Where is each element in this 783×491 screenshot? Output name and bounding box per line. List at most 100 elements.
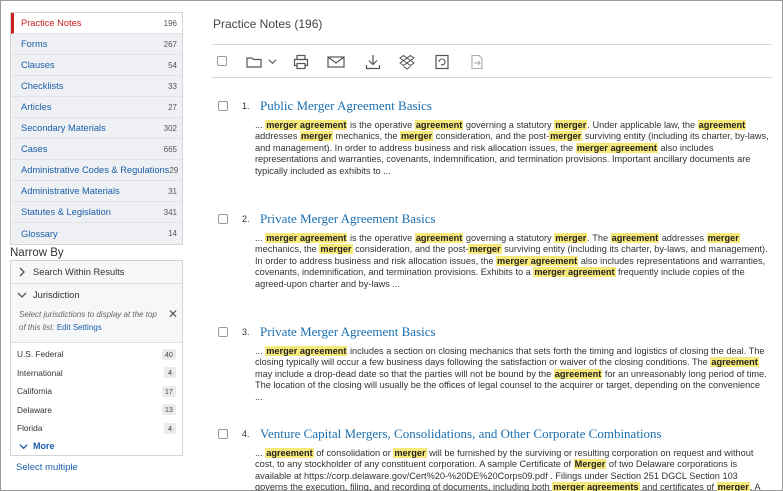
category-label: Glossary <box>21 228 58 239</box>
search-term-highlight: merger <box>319 244 353 255</box>
edit-settings-link[interactable]: Edit Settings <box>57 323 102 332</box>
category-count: 29 <box>169 165 179 175</box>
result-item: 3. Private Merger Agreement Basics ... mer… <box>212 324 772 403</box>
jurisdiction-label: Jurisdiction <box>33 290 80 300</box>
jurisdiction-count: 4 <box>164 367 176 379</box>
search-term-highlight: merger <box>299 131 334 142</box>
category-item[interactable]: Secondary Materials 302 <box>11 118 182 139</box>
jurisdiction-count: 4 <box>164 422 176 434</box>
result-title-link[interactable]: Private Merger Agreement Basics <box>260 324 436 340</box>
category-item[interactable]: Glossary 14 <box>11 223 182 244</box>
category-count: 54 <box>168 60 177 70</box>
category-item[interactable]: Administrative Codes & Regulations 29 <box>11 160 182 181</box>
search-term-highlight: merger agreement <box>265 233 348 243</box>
chevron-right-icon <box>19 267 25 277</box>
result-title-link[interactable]: Public Merger Agreement Basics <box>260 98 432 114</box>
category-label: Administrative Materials <box>21 186 120 196</box>
category-count: 196 <box>163 18 177 28</box>
result-number: 3. <box>242 327 250 337</box>
email-icon[interactable] <box>327 54 345 70</box>
search-term-highlight: merger <box>706 233 740 243</box>
dropbox-icon[interactable] <box>399 54 415 70</box>
search-term-highlight: merger agreement <box>496 255 579 266</box>
results-pane: Practice Notes (196) 1. Public Merger Agr… <box>212 1 783 491</box>
category-item[interactable]: Practice Notes 196 <box>11 13 182 34</box>
result-title-link[interactable]: Venture Capital Mergers, Consolidations,… <box>260 426 662 442</box>
close-icon[interactable]: ✕ <box>168 308 178 321</box>
search-term-highlight: merger agreements <box>552 482 640 491</box>
result-checkbox[interactable] <box>218 429 228 439</box>
folder-icon[interactable] <box>246 54 262 70</box>
category-label: Checklists <box>21 81 64 91</box>
result-snippet: ... merger agreement includes a section … <box>255 346 767 402</box>
result-checkbox[interactable] <box>218 327 228 337</box>
search-term-highlight: agreement <box>610 233 660 243</box>
result-checkbox[interactable] <box>218 101 228 111</box>
chevron-down-icon <box>19 443 28 449</box>
category-item[interactable]: Clauses 54 <box>11 55 182 76</box>
more-button[interactable]: More <box>11 438 182 455</box>
result-item: 2. Private Merger Agreement Basics ... mer… <box>212 211 772 290</box>
category-item[interactable]: Checklists 33 <box>11 76 182 97</box>
print-icon[interactable] <box>293 54 309 70</box>
result-snippet: ... merger agreement is the operative ag… <box>255 233 768 289</box>
result-checkbox[interactable] <box>218 214 228 224</box>
search-term-highlight: agreement <box>265 448 314 458</box>
category-label: Secondary Materials <box>21 123 106 133</box>
jurisdiction-count: 17 <box>161 385 176 397</box>
search-term-highlight: merger <box>549 131 583 142</box>
search-term-highlight: merger <box>468 244 502 255</box>
narrow-by-title: Narrow By <box>10 247 64 259</box>
category-count: 33 <box>168 81 177 91</box>
jurisdiction-count: 40 <box>161 348 176 360</box>
category-label: Forms <box>21 39 48 49</box>
search-term-highlight: merger <box>716 482 750 491</box>
jurisdiction-toggle[interactable]: Jurisdiction <box>11 284 182 306</box>
jurisdiction-name: U.S. Federal <box>17 349 64 360</box>
jurisdiction-item[interactable]: International 4 <box>11 364 182 383</box>
category-label: Practice Notes <box>21 18 82 28</box>
export-icon[interactable] <box>469 54 485 70</box>
jurisdiction-name: Florida <box>17 423 43 434</box>
category-item[interactable]: Articles 27 <box>11 97 182 118</box>
alert-icon[interactable] <box>434 54 450 70</box>
jurisdiction-item[interactable]: Florida 4 <box>11 419 182 438</box>
category-item[interactable]: Administrative Materials 31 <box>11 181 182 202</box>
search-term-highlight: agreement <box>414 120 464 130</box>
search-term-highlight: merger agreement <box>533 267 616 278</box>
search-within-results-toggle[interactable]: Search Within Results <box>11 261 182 284</box>
narrow-by-panel: Search Within Results Jurisdiction Selec… <box>10 260 183 456</box>
jurisdiction-list: U.S. Federal 40 International 4 California 17… <box>11 343 182 438</box>
more-label: More <box>33 441 55 451</box>
search-term-highlight: merger <box>393 448 427 458</box>
category-item[interactable]: Cases 665 <box>11 139 182 160</box>
search-term-highlight: agreement <box>697 120 747 130</box>
download-icon[interactable] <box>365 54 381 70</box>
jurisdiction-item[interactable]: California 17 <box>11 382 182 401</box>
search-term-highlight: agreement <box>414 233 464 243</box>
result-title-link[interactable]: Private Merger Agreement Basics <box>260 211 436 227</box>
category-item[interactable]: Forms 267 <box>11 34 182 55</box>
jurisdiction-name: Delaware <box>17 404 53 415</box>
category-label: Articles <box>21 102 52 112</box>
jurisdiction-description: Select jurisdictions to display at the t… <box>11 306 182 343</box>
category-label: Administrative Codes & Regulations <box>21 165 170 175</box>
jurisdiction-item[interactable]: Delaware 13 <box>11 401 182 420</box>
result-snippet: ... merger agreement is the operative ag… <box>255 120 769 176</box>
jurisdiction-name: International <box>17 367 63 378</box>
chevron-down-icon[interactable] <box>268 57 277 66</box>
search-term-highlight: merger agreement <box>265 120 348 130</box>
sidebar: Practice Notes 196 Forms 267 Clauses 54 Checkl… <box>10 12 183 490</box>
result-number: 4. <box>242 429 250 439</box>
results-toolbar <box>212 44 772 78</box>
select-all-checkbox[interactable] <box>217 56 227 66</box>
results-title: Practice Notes (196) <box>213 17 323 31</box>
search-term-highlight: merger agreement <box>265 346 348 356</box>
search-term-highlight: merger <box>554 120 588 130</box>
category-item[interactable]: Statutes & Legislation 341 <box>11 202 182 223</box>
category-count: 14 <box>168 229 177 238</box>
search-term-highlight: Merger <box>573 459 607 470</box>
result-item: 4. Venture Capital Mergers, Consolidation… <box>212 426 772 491</box>
select-multiple-link[interactable]: Select multiple <box>10 462 183 473</box>
jurisdiction-item[interactable]: U.S. Federal 40 <box>11 345 182 364</box>
